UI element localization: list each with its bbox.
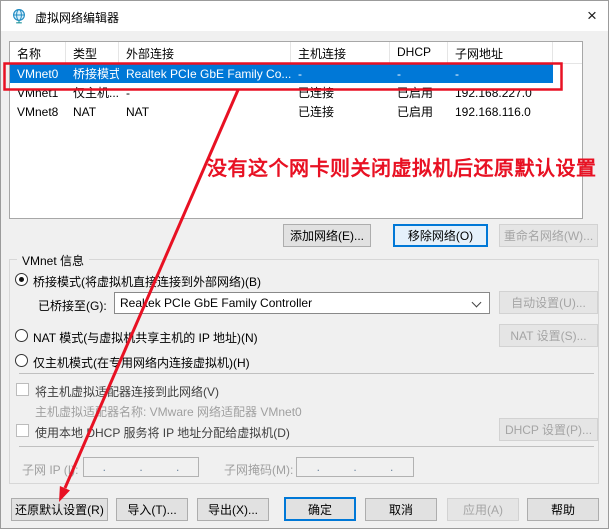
cell-external: - bbox=[119, 86, 291, 100]
cancel-button[interactable]: 取消 bbox=[365, 498, 437, 521]
hostonly-mode-radio[interactable] bbox=[15, 354, 28, 367]
help-button[interactable]: 帮助 bbox=[527, 498, 599, 521]
cell-subnet: - bbox=[448, 67, 553, 81]
col-header-type[interactable]: 类型 bbox=[66, 42, 119, 63]
cell-name: VMnet8 bbox=[10, 105, 66, 119]
nat-settings-button: NAT 设置(S)... bbox=[499, 324, 598, 347]
cell-type: 桥接模式 bbox=[66, 65, 119, 82]
nat-mode-radio[interactable] bbox=[15, 329, 28, 342]
table-row-vmnet1[interactable]: VMnet1 仅主机... - 已连接 已启用 192.168.227.0 bbox=[10, 83, 582, 102]
adapter-name-label: 主机虚拟适配器名称: VMware 网络适配器 VMnet0 bbox=[35, 403, 302, 420]
cell-hostconn: 已连接 bbox=[291, 103, 390, 120]
col-header-external[interactable]: 外部连接 bbox=[119, 42, 291, 63]
vmnet-info-legend: VMnet 信息 bbox=[17, 252, 89, 269]
table-row-vmnet8[interactable]: VMnet8 NAT NAT 已连接 已启用 192.168.116.0 bbox=[10, 102, 582, 121]
bridged-adapter-value: Realtek PCIe GbE Family Controller bbox=[120, 296, 312, 310]
title-bar: 虚拟网络编辑器 × bbox=[1, 1, 608, 31]
connect-adapter-label[interactable]: 将主机虚拟适配器连接到此网络(V) bbox=[35, 383, 219, 400]
table-row-vmnet0[interactable]: VMnet0 桥接模式 Realtek PCIe GbE Family Co..… bbox=[10, 64, 553, 83]
add-network-button[interactable]: 添加网络(E)... bbox=[283, 224, 371, 247]
nat-mode-label[interactable]: NAT 模式(与虚拟机共享主机的 IP 地址)(N) bbox=[33, 329, 258, 346]
cell-type: NAT bbox=[66, 105, 119, 119]
divider bbox=[19, 373, 594, 374]
remove-network-button[interactable]: 移除网络(O) bbox=[393, 224, 488, 247]
cell-hostconn: - bbox=[291, 67, 390, 81]
hostonly-mode-label[interactable]: 仅主机模式(在专用网络内连接虚拟机)(H) bbox=[33, 354, 250, 371]
cell-type: 仅主机... bbox=[66, 84, 119, 101]
restore-defaults-button[interactable]: 还原默认设置(R) bbox=[11, 498, 108, 521]
import-button[interactable]: 导入(T)... bbox=[116, 498, 188, 521]
rename-network-button: 重命名网络(W)... bbox=[499, 224, 598, 247]
col-header-name[interactable]: 名称 bbox=[10, 42, 66, 63]
auto-settings-button: 自动设置(U)... bbox=[499, 291, 598, 314]
col-header-filler bbox=[553, 42, 582, 63]
divider bbox=[19, 446, 594, 447]
chevron-down-icon bbox=[472, 298, 482, 308]
cell-dhcp: - bbox=[390, 67, 448, 81]
col-header-dhcp[interactable]: DHCP bbox=[390, 42, 448, 63]
cell-hostconn: 已连接 bbox=[291, 84, 390, 101]
close-button[interactable]: × bbox=[576, 1, 608, 31]
network-list[interactable]: 名称 类型 外部连接 主机连接 DHCP 子网地址 VMnet0 桥接模式 Re… bbox=[9, 41, 583, 219]
subnet-ip-label: 子网 IP (I): bbox=[22, 461, 78, 478]
cell-subnet: 192.168.116.0 bbox=[448, 105, 553, 119]
cell-name: VMnet0 bbox=[10, 67, 66, 81]
dhcp-settings-button: DHCP 设置(P)... bbox=[499, 418, 598, 441]
bridged-mode-radio[interactable] bbox=[15, 273, 28, 286]
network-globe-icon bbox=[11, 8, 27, 24]
col-header-hostconn[interactable]: 主机连接 bbox=[291, 42, 390, 63]
window-title: 虚拟网络编辑器 bbox=[35, 9, 119, 26]
subnet-ip-input[interactable]: . . . bbox=[83, 457, 199, 477]
subnet-mask-label: 子网掩码(M): bbox=[224, 461, 293, 478]
ok-button[interactable]: 确定 bbox=[284, 497, 356, 521]
virtual-network-editor-dialog: 虚拟网络编辑器 × 名称 类型 外部连接 主机连接 DHCP 子网地址 VMne… bbox=[0, 0, 609, 529]
list-header: 名称 类型 外部连接 主机连接 DHCP 子网地址 bbox=[10, 42, 582, 64]
export-button[interactable]: 导出(X)... bbox=[197, 498, 269, 521]
cell-subnet: 192.168.227.0 bbox=[448, 86, 553, 100]
cell-external: NAT bbox=[119, 105, 291, 119]
close-icon: × bbox=[587, 6, 597, 26]
connect-adapter-checkbox[interactable] bbox=[16, 383, 29, 396]
subnet-mask-input[interactable]: . . . bbox=[296, 457, 414, 477]
col-header-subnet[interactable]: 子网地址 bbox=[448, 42, 553, 63]
cell-name: VMnet1 bbox=[10, 86, 66, 100]
cell-dhcp: 已启用 bbox=[390, 84, 448, 101]
cell-external: Realtek PCIe GbE Family Co... bbox=[119, 67, 291, 81]
local-dhcp-checkbox[interactable] bbox=[16, 424, 29, 437]
local-dhcp-label[interactable]: 使用本地 DHCP 服务将 IP 地址分配给虚拟机(D) bbox=[35, 424, 290, 441]
bridged-mode-label[interactable]: 桥接模式(将虚拟机直接连接到外部网络)(B) bbox=[33, 273, 261, 290]
apply-button: 应用(A) bbox=[447, 498, 519, 521]
cell-dhcp: 已启用 bbox=[390, 103, 448, 120]
bridged-to-label: 已桥接至(G): bbox=[38, 297, 107, 314]
bridged-adapter-select[interactable]: Realtek PCIe GbE Family Controller bbox=[114, 292, 490, 314]
